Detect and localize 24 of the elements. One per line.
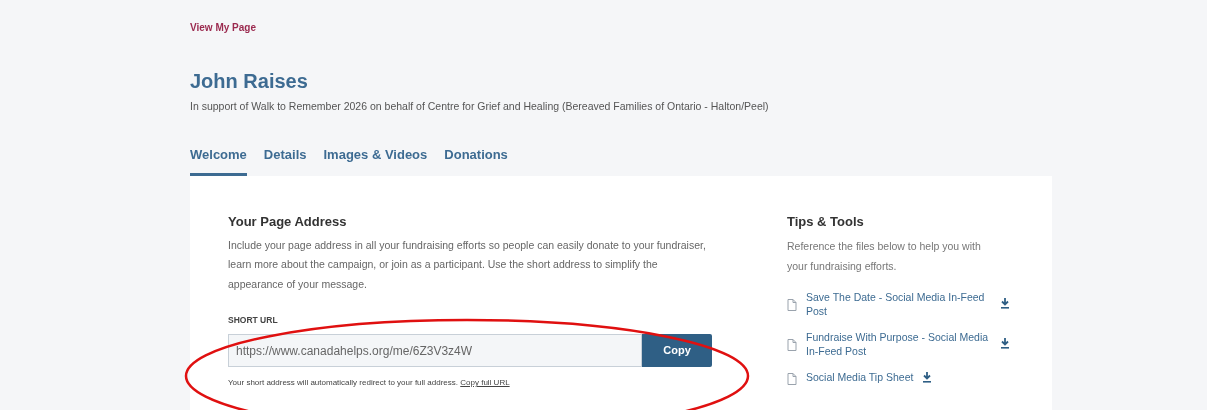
file-link[interactable]: Fundraise With Purpose - Social Media In-Feed Post — [806, 329, 991, 358]
document-icon — [787, 372, 797, 385]
file-link[interactable]: Save The Date - Social Media In-Feed Post — [806, 289, 991, 318]
download-icon[interactable] — [1000, 298, 1010, 310]
page-subtitle: In support of Walk to Remember 2026 on behalf of Centre for Grief and Healing (Bereaved Families of Ontario - Halton/Peel) — [190, 99, 770, 114]
redirect-note: Your short address will automatically redirect to your full address. — [228, 378, 459, 387]
copy-button[interactable]: Copy — [642, 334, 712, 367]
section-description: Reference the files below to help you with your fundraising efforts. — [787, 238, 982, 274]
view-page-link[interactable]: View My Page — [190, 20, 256, 35]
field-label: SHORT URL — [228, 314, 278, 327]
download-icon[interactable] — [1000, 338, 1010, 350]
section-description: Include your page address in all your fundraising efforts so people can easily donate to your fundraiser, learn more about the campaign, or join as a participant. Use the short address to simplify the appearance of your message. — [228, 237, 707, 292]
download-icon[interactable] — [922, 371, 933, 383]
tab[interactable]: Details — [263, 144, 307, 177]
file-link[interactable]: Social Media Tip Sheet — [806, 370, 914, 385]
short-url-field[interactable]: https://www.canadahelps.org/me/6Z3V3z4W — [228, 334, 642, 367]
tab[interactable]: Images & Videos — [323, 144, 428, 177]
section-heading: Tips & Tools — [787, 213, 865, 232]
page-title: John Raises — [190, 69, 309, 93]
document-icon — [787, 339, 797, 352]
section-heading: Your Page Address — [228, 213, 348, 232]
tab[interactable]: Donations — [444, 144, 508, 177]
copy-full-url-link[interactable]: Copy full URL — [460, 378, 510, 387]
document-icon — [787, 299, 797, 312]
